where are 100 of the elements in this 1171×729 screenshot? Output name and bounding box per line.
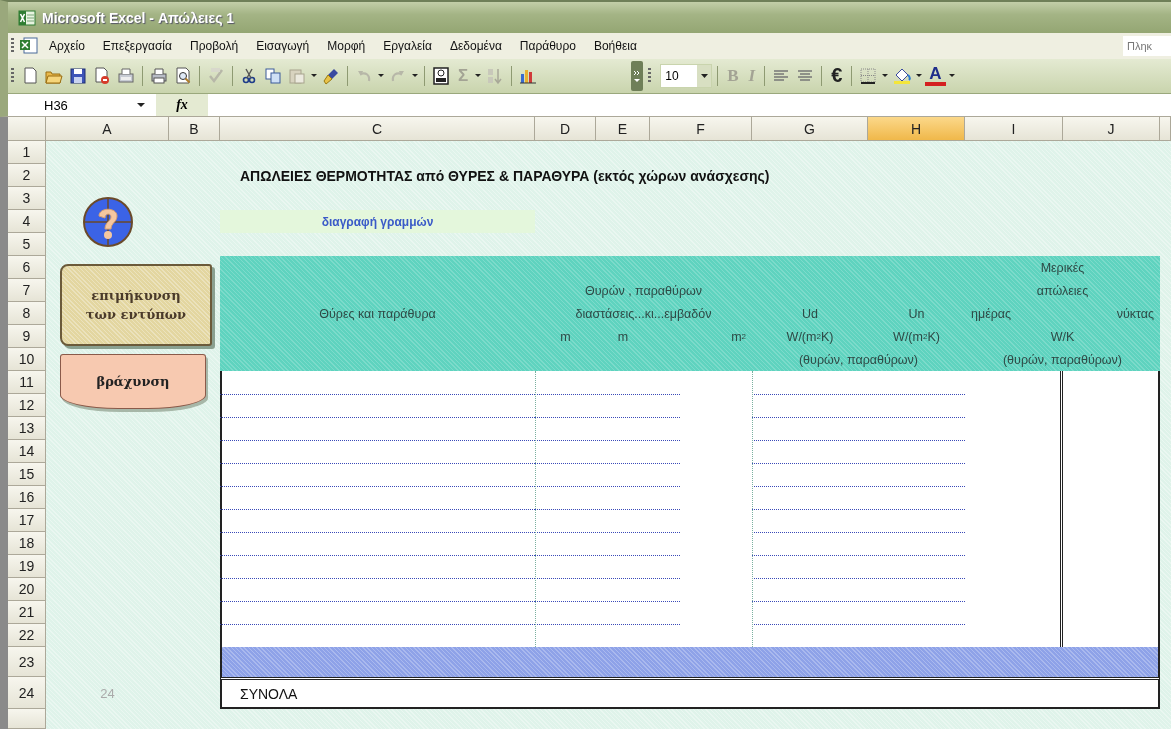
column-header[interactable]: I bbox=[965, 117, 1063, 141]
row-header[interactable]: 13 bbox=[8, 417, 46, 440]
row-header[interactable]: 15 bbox=[8, 463, 46, 486]
column-heading: ημέρας bbox=[970, 305, 1013, 323]
column-header[interactable]: E bbox=[596, 117, 650, 141]
menu-item[interactable]: Εργαλεία bbox=[375, 36, 440, 57]
unit-label: W/(m$^{2}$K) bbox=[892, 328, 941, 346]
column-heading: διαστάσεις...κι...εμβαδόν bbox=[574, 305, 713, 323]
row-header[interactable]: 4 bbox=[8, 210, 46, 233]
row-header[interactable]: 14 bbox=[8, 440, 46, 463]
row-header[interactable]: 17 bbox=[8, 509, 46, 532]
unit-label: W/K bbox=[1049, 328, 1076, 346]
scissors-icon[interactable] bbox=[240, 67, 258, 85]
dropdown-arrow-icon bbox=[882, 74, 889, 78]
note-label: (θυρών, παραθύρων) bbox=[1001, 351, 1124, 369]
column-header[interactable]: B bbox=[169, 117, 220, 141]
bar-chart-icon[interactable] bbox=[519, 67, 538, 85]
function-label[interactable]: fx bbox=[156, 94, 208, 116]
row-header[interactable]: 21 bbox=[8, 601, 46, 624]
calculator-icon[interactable] bbox=[432, 67, 450, 85]
row-header[interactable]: 23 bbox=[8, 647, 46, 677]
dropdown-arrow-icon bbox=[412, 74, 418, 78]
unit-label: W/(m$^{2}$K) bbox=[785, 328, 835, 346]
row-header[interactable]: 22 bbox=[8, 624, 46, 647]
print-icon[interactable] bbox=[150, 67, 168, 85]
clipboard-icon[interactable] bbox=[288, 67, 306, 85]
menu-item[interactable]: Βοήθεια bbox=[585, 36, 645, 57]
name-box[interactable]: H36 bbox=[8, 97, 126, 113]
column-heading: απώλειες bbox=[1035, 282, 1090, 300]
unit-label: m bbox=[559, 328, 572, 346]
print-preview-icon[interactable] bbox=[174, 67, 192, 85]
column-heading: Θύρες και παράθυρα bbox=[318, 305, 437, 323]
row-header[interactable]: 10 bbox=[8, 348, 46, 371]
column-header[interactable]: G bbox=[752, 117, 868, 141]
totals-label: ΣΥΝΟΛΑ bbox=[240, 685, 298, 702]
column-header[interactable]: F bbox=[650, 117, 752, 141]
row-header[interactable]: 6 bbox=[8, 256, 46, 279]
borders-icon[interactable] bbox=[859, 67, 878, 85]
font-size-field[interactable]: 10 bbox=[660, 64, 713, 88]
row-header[interactable]: 18 bbox=[8, 532, 46, 555]
select-all-corner[interactable] bbox=[8, 117, 46, 141]
row-header[interactable]: 5 bbox=[8, 233, 46, 256]
row-header[interactable]: 19 bbox=[8, 555, 46, 578]
column-header[interactable]: H bbox=[868, 117, 965, 141]
euro-button[interactable]: € bbox=[827, 64, 847, 88]
cell-value: 24 bbox=[99, 684, 116, 703]
toolbar-options-button[interactable] bbox=[631, 61, 644, 91]
fill-bucket-icon[interactable] bbox=[893, 67, 912, 85]
document-stop-icon[interactable] bbox=[93, 67, 111, 85]
help-field[interactable]: Πληκ bbox=[1123, 36, 1171, 57]
sheet-heading: ΑΠΩΛΕΙΕΣ ΘΕΡΜΟΤΗΤΑΣ από ΘΥΡΕΣ & ΠΑΡΑΘΥΡΑ (εκτός χώρων ανάσχεσης) bbox=[239, 166, 771, 186]
menu-item[interactable]: Μορφή bbox=[319, 36, 374, 57]
menu-item[interactable]: Αρχείο bbox=[41, 36, 93, 57]
unit-label: m bbox=[616, 328, 630, 346]
dropdown-arrow-icon bbox=[475, 74, 482, 78]
dropdown-arrow-icon bbox=[311, 74, 317, 78]
document-icon[interactable] bbox=[19, 37, 39, 56]
column-heading: Un bbox=[907, 305, 926, 323]
dropdown-arrow-icon[interactable] bbox=[137, 103, 145, 107]
column-heading: Ud bbox=[801, 305, 819, 323]
row-header[interactable]: 2 bbox=[8, 164, 46, 187]
brush-icon[interactable] bbox=[322, 67, 340, 85]
shorten-button[interactable]: βράχυνση bbox=[60, 354, 206, 409]
extend-forms-button[interactable]: επιμήκυνση των εντύπων bbox=[60, 264, 212, 346]
dropdown-arrow-icon bbox=[378, 74, 384, 78]
column-header[interactable]: D bbox=[535, 117, 596, 141]
row-header[interactable]: 24 bbox=[8, 677, 46, 709]
row-header[interactable] bbox=[8, 709, 46, 729]
delete-rows-link[interactable]: διαγραφή γραμμών bbox=[220, 210, 535, 233]
unit-label: m$^{2}$ bbox=[730, 328, 747, 346]
menu-item[interactable]: Εισαγωγή bbox=[248, 36, 318, 57]
column-heading: Μερικές bbox=[1039, 259, 1086, 277]
row-header[interactable]: 11 bbox=[8, 371, 46, 394]
printer-mail-icon[interactable] bbox=[117, 67, 135, 85]
column-header[interactable]: C bbox=[220, 117, 535, 141]
row-header[interactable]: 3 bbox=[8, 187, 46, 210]
menu-item[interactable]: Προβολή bbox=[181, 36, 247, 57]
menu-item[interactable]: Δεδομένα bbox=[441, 36, 510, 57]
save-icon[interactable] bbox=[69, 67, 87, 85]
row-header[interactable]: 20 bbox=[8, 578, 46, 601]
note-label: (θυρών, παραθύρων) bbox=[797, 351, 920, 369]
row-header[interactable]: 7 bbox=[8, 279, 46, 302]
copy-icon[interactable] bbox=[264, 67, 282, 85]
font-color-button[interactable]: A bbox=[925, 66, 946, 86]
column-header[interactable]: J bbox=[1063, 117, 1160, 141]
spelling-check-icon[interactable] bbox=[207, 67, 225, 85]
row-header[interactable]: 8 bbox=[8, 302, 46, 325]
dropdown-arrow-icon bbox=[700, 74, 708, 78]
menu-item[interactable]: Παράθυρο bbox=[511, 36, 584, 57]
column-header[interactable] bbox=[1160, 117, 1171, 141]
row-header[interactable]: 16 bbox=[8, 486, 46, 509]
dropdown-arrow-icon bbox=[916, 74, 923, 78]
row-header[interactable]: 1 bbox=[8, 141, 46, 164]
chevron-icon bbox=[633, 69, 642, 83]
column-header[interactable]: A bbox=[46, 117, 169, 141]
row-header[interactable]: 12 bbox=[8, 394, 46, 417]
column-heading: Θυρών , παραθύρων bbox=[584, 282, 703, 300]
menu-item[interactable]: Επεξεργασία bbox=[94, 36, 180, 57]
row-header[interactable]: 9 bbox=[8, 325, 46, 348]
new-document-icon[interactable] bbox=[21, 67, 39, 85]
